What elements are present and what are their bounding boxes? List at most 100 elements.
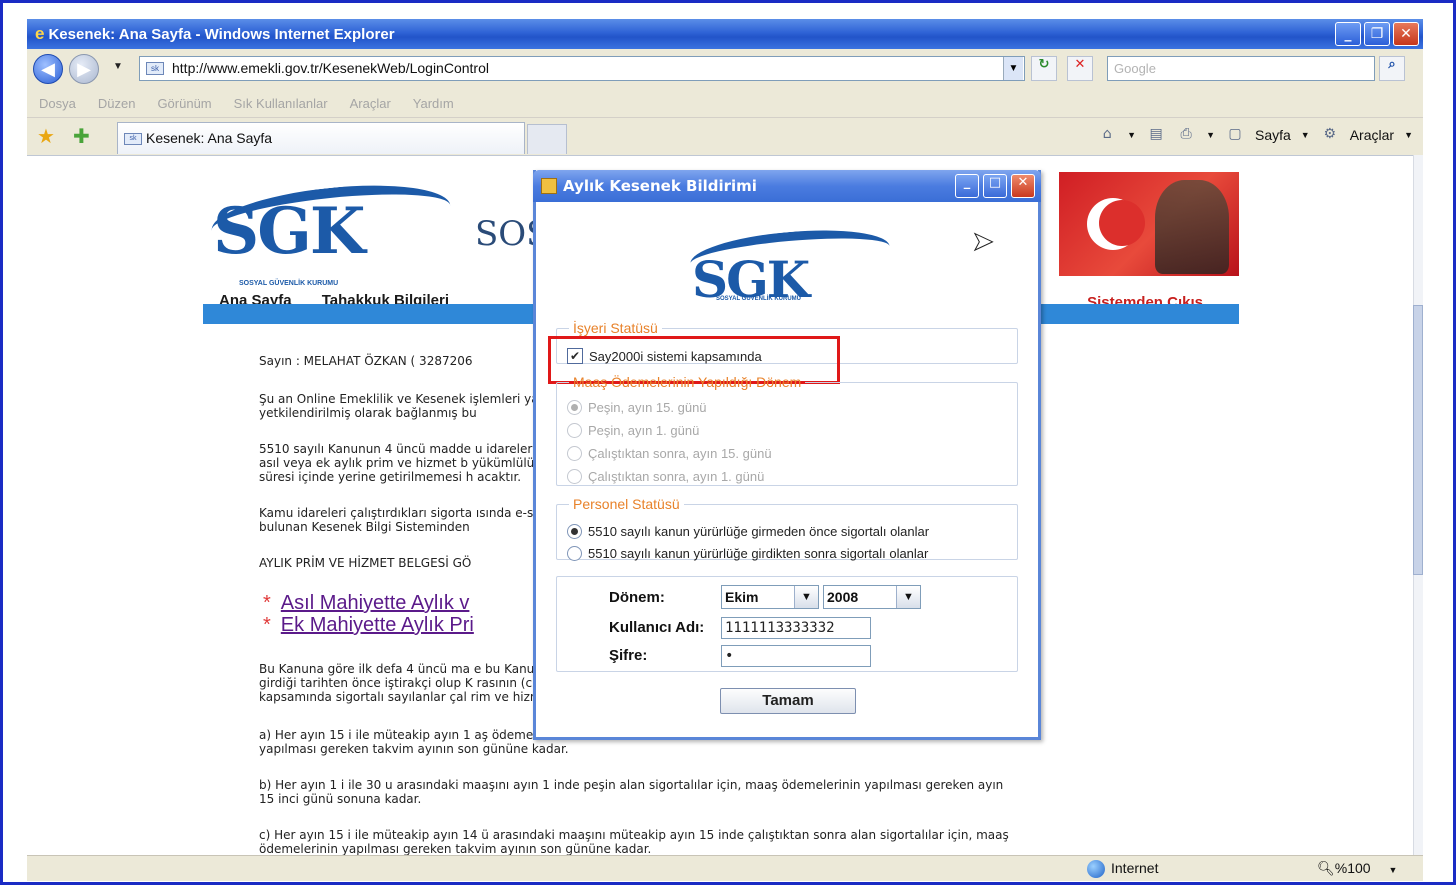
maas-option-pesin-15[interactable]: Peşin, ayın 15. günü (567, 400, 707, 415)
menu-sik-kullanilanlar[interactable]: Sık Kullanılanlar (234, 96, 328, 111)
dialog-minimize-button[interactable]: _ (955, 174, 979, 198)
vertical-scrollbar[interactable] (1413, 155, 1423, 855)
feeds-icon[interactable]: ▤ (1146, 126, 1166, 144)
page-dropdown-icon[interactable]: ▼ (1301, 130, 1310, 140)
menu-yardim[interactable]: Yardım (413, 96, 454, 111)
maas-option-pesin-1[interactable]: Peşin, ayın 1. günü (567, 423, 699, 438)
sgk-logo[interactable]: SGK (213, 194, 365, 269)
zone-indicator: Internet (1087, 860, 1159, 879)
asil-mahiyette-link[interactable]: Asıl Mahiyette Aylık v (263, 592, 470, 615)
forward-button[interactable]: ▶ (69, 54, 99, 84)
radio-pesin-15[interactable] (567, 400, 582, 415)
isyeri-statusu-legend: İşyeri Statüsü (573, 320, 658, 336)
history-dropdown-icon[interactable]: ▼ (113, 61, 123, 72)
menu-araclar[interactable]: Araçlar (350, 96, 391, 111)
refresh-icon[interactable]: ↻ (1031, 56, 1057, 81)
personel-option-once[interactable]: 5510 sayılı kanun yürürlüğe girmeden önc… (567, 524, 929, 539)
page-content: SGK SOSYAL GÜVENLİK KURUMU SOS Ana Sayfa… (27, 155, 1413, 855)
stop-icon[interactable]: ✕ (1067, 56, 1093, 81)
menu-gorunum[interactable]: Görünüm (157, 96, 211, 111)
address-text: http://www.emekli.gov.tr/KesenekWeb/Logi… (172, 60, 489, 76)
password-label: Şifre: (609, 647, 648, 664)
ek-mahiyette-link[interactable]: Ek Mahiyette Aylık Pri (263, 614, 474, 637)
portrait-image (1155, 180, 1229, 274)
radio-calistiktan-1[interactable] (567, 469, 582, 484)
radio-pesin-1[interactable] (567, 423, 582, 438)
zoom-control[interactable]: 🔍︎%100 ▼ (1317, 860, 1397, 877)
crescent-cut (1099, 200, 1145, 246)
maas-option-calistiktan-1[interactable]: Çalıştıktan sonra, ayın 1. günü (567, 469, 764, 484)
zoom-icon: 🔍︎ (1317, 860, 1335, 876)
username-label: Kullanıcı Adı: (609, 619, 705, 636)
rule-b-paragraph: b) Her ayın 1 i ile 30 u arasındaki maaş… (259, 778, 1004, 806)
command-bar: ⌂ ▼ ▤ ⎙ ▼ ▢ Sayfa ▼ ⚙ Araçlar ▼ (1097, 126, 1413, 144)
page-menu-button[interactable]: Sayfa (1255, 127, 1291, 143)
address-dropdown-icon[interactable]: ▼ (1003, 57, 1023, 80)
sgk-logo-subtitle: SOSYAL GÜVENLİK KURUMU (239, 280, 339, 287)
tab-kesenek-ana-sayfa[interactable]: sk Kesenek: Ana Sayfa (117, 122, 525, 154)
tools-menu-button[interactable]: Araçlar (1350, 127, 1394, 143)
print-icon[interactable]: ⎙ (1176, 126, 1196, 144)
month-select[interactable]: Ekim ▼ (721, 585, 819, 609)
dialog-close-button[interactable]: ✕ (1011, 174, 1035, 198)
personel-option-label: 5510 sayılı kanun yürürlüğe girmeden önc… (588, 524, 930, 539)
back-button[interactable]: ◀ (33, 54, 63, 84)
tools-dropdown-icon[interactable]: ▼ (1404, 130, 1413, 140)
status-bar: Internet 🔍︎%100 ▼ (27, 855, 1423, 881)
address-input[interactable]: sk http://www.emekli.gov.tr/KesenekWeb/L… (139, 56, 1025, 81)
maas-donem-legend: Maaş Ödemelerinin Yapıldığı Dönem (573, 374, 802, 390)
zone-label: Internet (1111, 860, 1159, 876)
tamam-button[interactable]: Tamam (720, 688, 856, 714)
maas-option-label: Çalıştıktan sonra, ayın 15. günü (588, 446, 772, 461)
radio-calistiktan-15[interactable] (567, 446, 582, 461)
dialog-titlebar[interactable]: Aylık Kesenek Bildirimi _ □ ✕ (533, 170, 1041, 202)
home-dropdown-icon[interactable]: ▼ (1127, 130, 1136, 140)
tab-label: Kesenek: Ana Sayfa (146, 130, 273, 146)
zoom-dropdown-icon[interactable]: ▼ (1388, 865, 1397, 875)
search-input[interactable]: Google (1107, 56, 1375, 81)
chevron-down-icon[interactable]: ▼ (896, 586, 920, 608)
kesenek-dialog: Aylık Kesenek Bildirimi _ □ ✕ SGK SOSYAL… (533, 170, 1041, 740)
username-field[interactable]: 1111113333332 (721, 617, 871, 639)
personel-statusu-legend: Personel Statüsü (573, 496, 680, 512)
globe-icon (1087, 860, 1105, 879)
chevron-down-icon[interactable]: ▼ (794, 586, 818, 608)
restore-button[interactable]: ❐ (1364, 22, 1390, 46)
maas-option-label: Peşin, ayın 15. günü (588, 400, 707, 415)
dialog-maximize-button[interactable]: □ (983, 174, 1007, 198)
radio-once[interactable] (567, 524, 582, 539)
year-select[interactable]: 2008 ▼ (823, 585, 921, 609)
favorites-bar: ★ ✚ sk Kesenek: Ana Sayfa ⌂ ▼ ▤ ⎙ ▼ ▢ Sayfa… (27, 117, 1423, 155)
menu-duzen[interactable]: Düzen (98, 96, 136, 111)
personel-statusu-group: Personel Statüsü 5510 sayılı kanun yürür… (556, 496, 1018, 561)
window-titlebar[interactable]: e Kesenek: Ana Sayfa - Windows Internet … (27, 19, 1423, 49)
month-value: Ekim (725, 589, 759, 605)
page-icon: sk (146, 62, 164, 75)
print-dropdown-icon[interactable]: ▼ (1206, 130, 1215, 140)
scrollbar-thumb[interactable] (1413, 305, 1423, 575)
dialog-controls: _ □ ✕ (955, 174, 1035, 198)
radio-sonra[interactable] (567, 546, 582, 561)
maas-option-label: Çalıştıktan sonra, ayın 1. günü (588, 469, 765, 484)
tab-page-icon: sk (124, 133, 142, 145)
year-value: 2008 (827, 589, 859, 605)
maas-option-label: Peşin, ayın 1. günü (588, 423, 700, 438)
search-icon[interactable]: ⌕ (1379, 56, 1405, 81)
add-favorite-icon[interactable]: ✚ (73, 124, 90, 149)
dialog-logo-subtitle: SOSYAL GÜVENLİK KURUMU (716, 296, 802, 302)
menu-dosya[interactable]: Dosya (39, 96, 76, 111)
java-app-icon (541, 178, 557, 194)
address-bar-row: ◀ ▶ ▼ sk http://www.emekli.gov.tr/Kesene… (27, 49, 1423, 89)
menu-bar: Dosya Düzen Görünüm Sık Kullanılanlar Ar… (27, 89, 1423, 117)
close-button[interactable]: ✕ (1393, 22, 1419, 46)
personel-option-sonra[interactable]: 5510 sayılı kanun yürürlüğe girdikten so… (567, 546, 928, 561)
minimize-button[interactable]: _ (1335, 22, 1361, 46)
favorites-star-icon[interactable]: ★ (37, 124, 55, 149)
password-field[interactable]: • (721, 645, 871, 667)
tools-gear-icon: ⚙ (1323, 126, 1336, 142)
window-controls: _ ❐ ✕ (1335, 22, 1419, 46)
ie-logo-icon: e (35, 24, 45, 43)
new-tab-button[interactable] (527, 124, 567, 154)
maas-option-calistiktan-15[interactable]: Çalıştıktan sonra, ayın 15. günü (567, 446, 772, 461)
home-icon[interactable]: ⌂ (1097, 126, 1117, 144)
